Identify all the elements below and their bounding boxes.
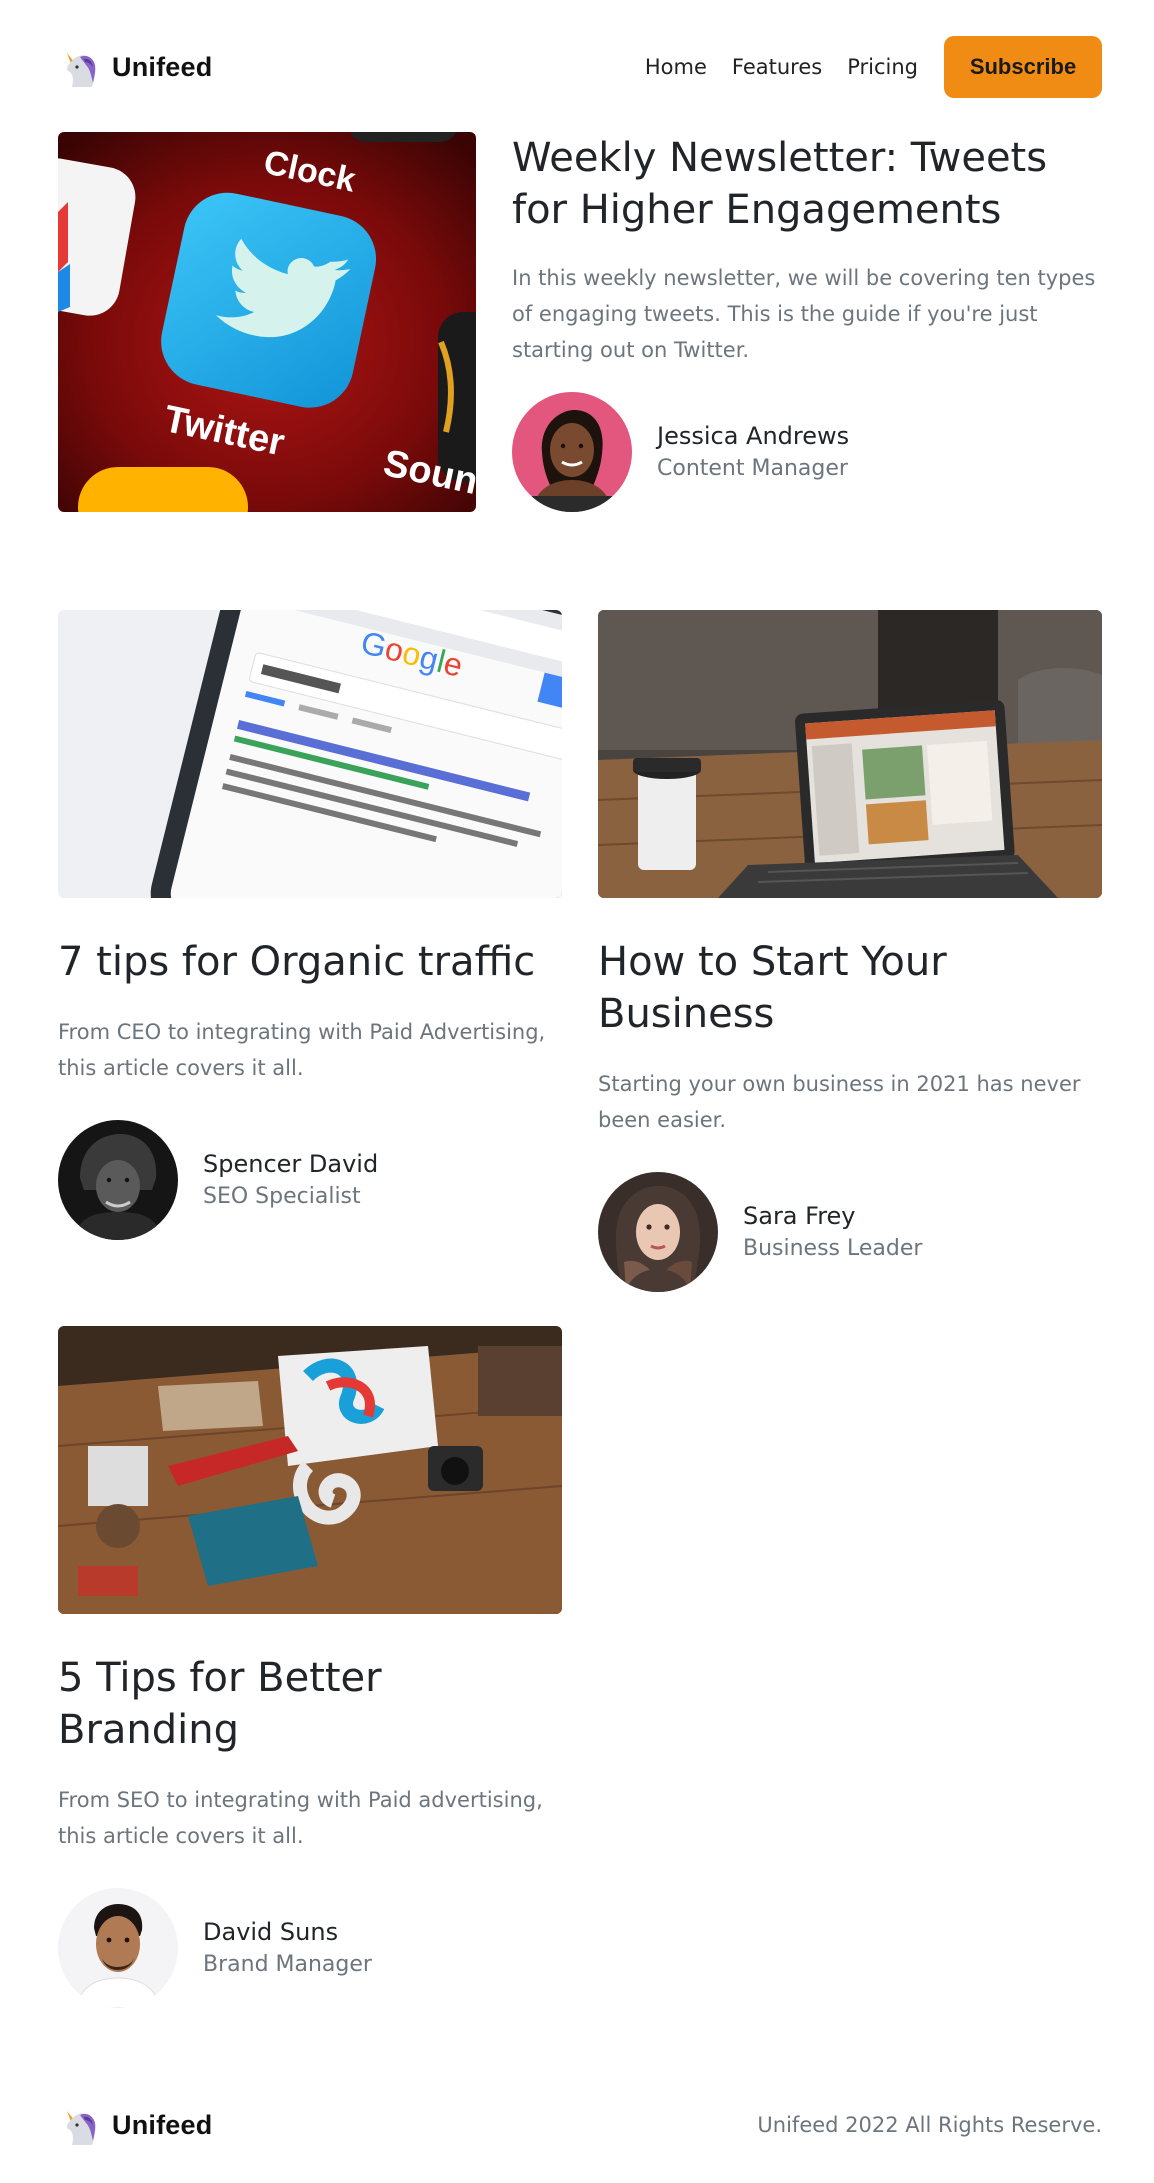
article-card: Google 7 tips for Organic traffic From C… — [58, 610, 562, 1240]
footer-brand-link[interactable]: Unifeed — [58, 2103, 212, 2147]
site-footer: Unifeed Unifeed 2022 All Rights Reserve. — [58, 2100, 1102, 2150]
article-card: How to Start Your Business Starting your… — [598, 610, 1102, 1292]
author-name[interactable]: David Suns — [203, 1915, 372, 1949]
author-role: Content Manager — [657, 456, 848, 481]
unicorn-logo-icon — [58, 45, 102, 89]
article-description: Starting your own business in 2021 has n… — [598, 1072, 1081, 1132]
article-author: Sara Frey Business Leader — [598, 1172, 1102, 1292]
nav-pricing-link[interactable]: Pricing — [847, 55, 918, 79]
article-author: Spencer David SEO Specialist — [58, 1120, 562, 1240]
featured-image[interactable]: Clock Twitter Soun — [58, 132, 476, 512]
article-title[interactable]: 7 tips for Organic traffic — [58, 936, 562, 988]
article-image-branding[interactable] — [58, 1326, 562, 1614]
article-description: From CEO to integrating with Paid Advert… — [58, 1020, 546, 1080]
article-card: 5 Tips for Better Branding From SEO to i… — [58, 1326, 562, 2008]
article-image-laptop[interactable] — [598, 610, 1102, 898]
avatar — [58, 1888, 178, 2008]
nav-features-link[interactable]: Features — [732, 55, 822, 79]
avatar — [598, 1172, 718, 1292]
site-header: Unifeed Home Features Pricing Subscribe — [58, 36, 1102, 98]
avatar — [512, 392, 632, 512]
author-role: Business Leader — [743, 1236, 923, 1261]
footer-brand-name: Unifeed — [112, 2109, 213, 2140]
subscribe-button[interactable]: Subscribe — [944, 36, 1102, 98]
copyright-text: Unifeed 2022 All Rights Reserve. — [757, 2113, 1102, 2137]
author-name[interactable]: Spencer David — [203, 1147, 378, 1181]
brand-link[interactable]: Unifeed — [58, 45, 212, 89]
brand-name: Unifeed — [112, 51, 213, 82]
unicorn-logo-icon — [58, 2103, 102, 2147]
featured-title[interactable]: Weekly Newsletter: Tweets for Higher Eng… — [512, 132, 1102, 236]
author-role: Brand Manager — [203, 1952, 372, 1977]
author-role: SEO Specialist — [203, 1184, 361, 1209]
nav-home-link[interactable]: Home — [645, 55, 707, 79]
featured-description: In this weekly newsletter, we will be co… — [512, 266, 1096, 362]
article-author: David Suns Brand Manager — [58, 1888, 562, 2008]
author-name[interactable]: Sara Frey — [743, 1199, 922, 1233]
author-name[interactable]: Jessica Andrews — [657, 419, 849, 453]
featured-post: Weekly Newsletter: Tweets for Higher Eng… — [512, 132, 1102, 512]
article-title[interactable]: 5 Tips for Better Branding — [58, 1652, 562, 1756]
article-image-google[interactable]: Google — [58, 610, 562, 898]
avatar — [58, 1120, 178, 1240]
main-nav: Home Features Pricing Subscribe — [620, 36, 1102, 98]
article-description: From SEO to integrating with Paid advert… — [58, 1788, 543, 1848]
article-title[interactable]: How to Start Your Business — [598, 936, 1102, 1040]
featured-author: Jessica Andrews Content Manager — [512, 392, 1102, 512]
